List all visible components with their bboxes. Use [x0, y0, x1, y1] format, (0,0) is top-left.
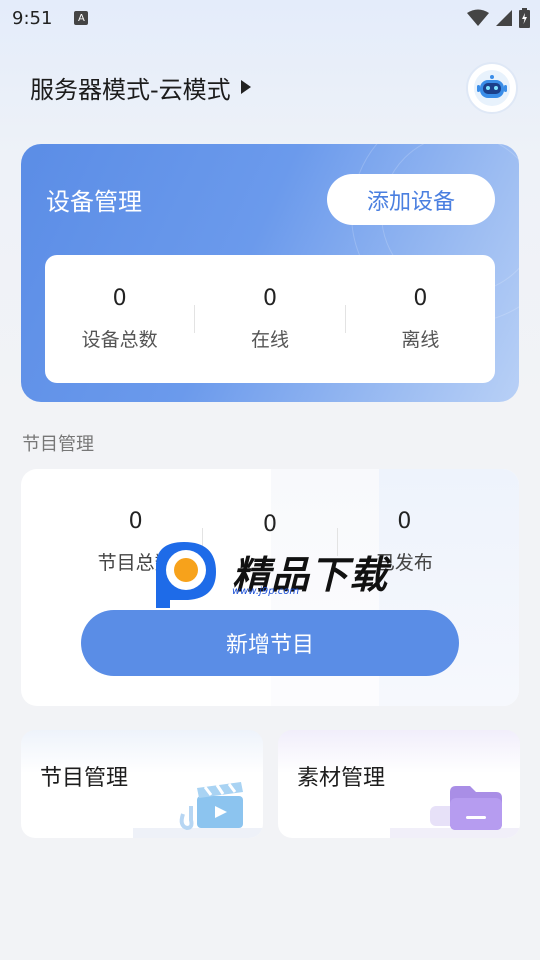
battery-icon	[519, 8, 530, 28]
device-management-card: 设备管理 添加设备 0 设备总数 0 在线 0 离线	[21, 144, 519, 402]
watermark: 精品下载 www.j9p.com	[150, 538, 390, 612]
stat-label: 离线	[401, 329, 440, 351]
watermark-logo-icon	[156, 542, 216, 608]
stat-value: 0	[128, 509, 143, 534]
status-time: 9:51	[12, 7, 53, 29]
mode-title[interactable]: 服务器模式-云模式	[30, 70, 231, 105]
section-label-programs: 节目管理	[22, 434, 94, 455]
watermark-url: www.j9p.com	[232, 586, 300, 597]
stat-label: 在线	[250, 329, 289, 351]
tile-label: 节目管理	[40, 766, 129, 791]
stat-value: 0	[397, 509, 412, 534]
notification-a-icon: A	[74, 11, 89, 25]
robot-icon	[474, 70, 510, 106]
play-arrow-icon[interactable]	[240, 80, 251, 94]
tile-program-management[interactable]: 节目管理	[21, 730, 263, 838]
stat-total-devices[interactable]: 0 设备总数	[45, 286, 194, 352]
device-card-title: 设备管理	[46, 188, 142, 216]
add-program-button[interactable]: 新增节目	[81, 610, 459, 676]
device-stats-panel: 0 设备总数 0 在线 0 离线	[45, 255, 495, 383]
stat-value: 0	[262, 511, 277, 537]
add-device-button[interactable]: 添加设备	[327, 174, 495, 225]
stat-value: 0	[413, 286, 428, 311]
wifi-icon	[467, 9, 489, 26]
clapperboard-icon	[179, 782, 243, 831]
avatar[interactable]	[466, 62, 518, 114]
status-icons	[467, 8, 530, 28]
stat-label: 设备总数	[81, 329, 158, 351]
signal-icon	[496, 10, 512, 26]
folder-icon	[430, 786, 502, 830]
stat-offline[interactable]: 0 离线	[346, 286, 495, 352]
stat-value: 0	[112, 286, 127, 311]
header: 服务器模式-云模式	[30, 62, 520, 114]
tile-label: 素材管理	[297, 766, 386, 791]
stat-online[interactable]: 0 在线	[195, 286, 344, 352]
tile-material-management[interactable]: 素材管理	[278, 730, 520, 838]
status-bar: 9:51 A	[0, 0, 540, 36]
stat-value: 0	[262, 286, 277, 311]
